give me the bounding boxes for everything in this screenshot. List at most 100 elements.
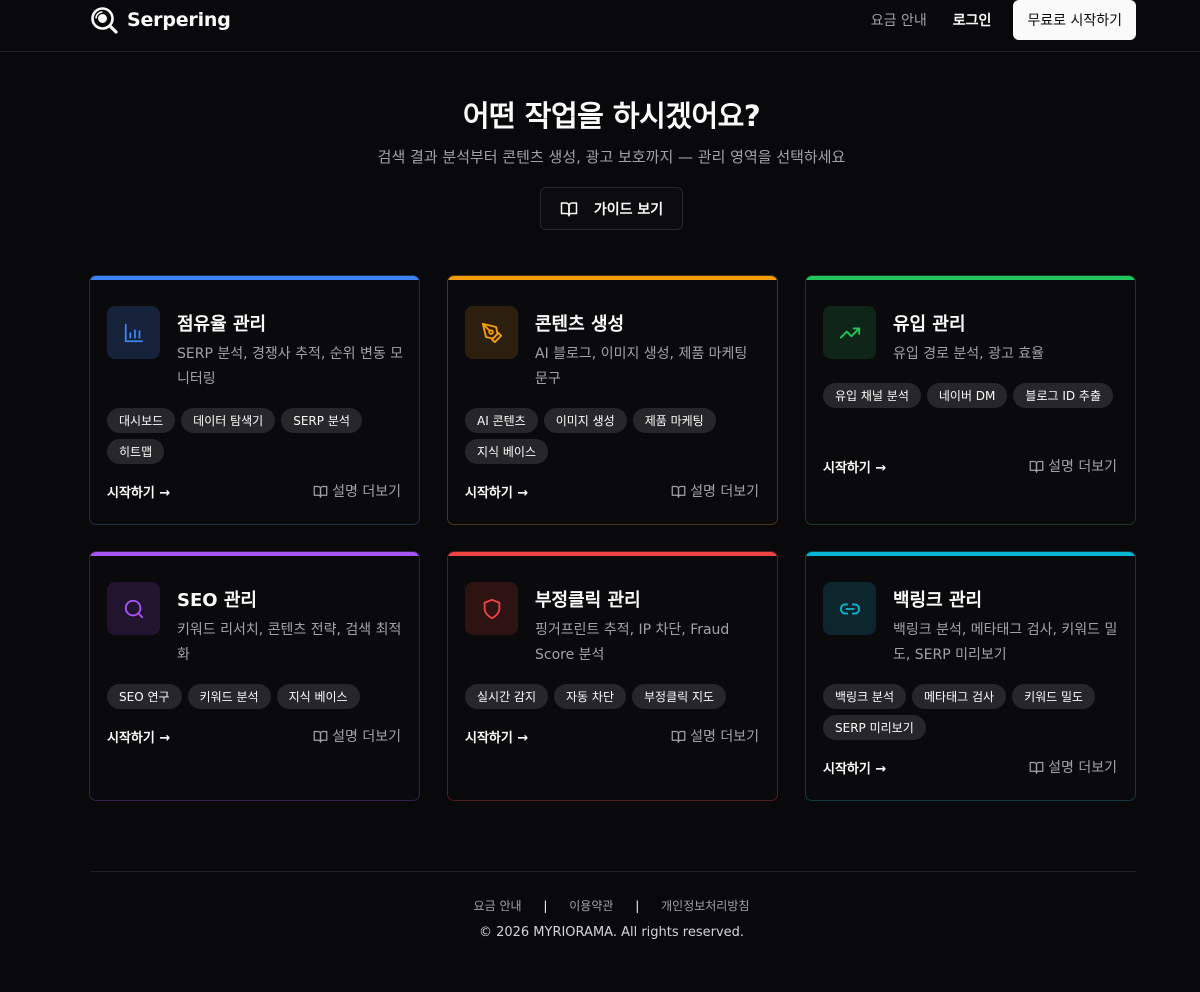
card-title: 부정클릭 관리: [535, 590, 641, 611]
tag[interactable]: 부정클릭 지도: [632, 684, 727, 709]
tag[interactable]: 블로그 ID 추출: [1013, 383, 1114, 408]
card-more-label: 설명 더보기: [690, 729, 759, 745]
card-more-label: 설명 더보기: [1048, 459, 1117, 475]
card-icon-box: [465, 582, 518, 635]
tag[interactable]: SERP 미리보기: [823, 715, 926, 740]
guide-button[interactable]: 가이드 보기: [540, 187, 683, 230]
brand-name: Serpering: [127, 9, 231, 31]
card-description: 백링크 분석, 메타태그 검사, 키워드 밀도, SERP 미리보기: [893, 622, 1118, 663]
card-tags: 유입 채널 분석 네이버 DM 블로그 ID 추출: [823, 383, 1121, 408]
card-tags: 실시간 감지 자동 차단 부정클릭 지도: [465, 684, 763, 709]
card-tags: 대시보드 데이터 탐색기 SERP 분석 히트맵: [107, 408, 405, 464]
start-free-button[interactable]: 무료로 시작하기: [1013, 0, 1136, 40]
tag[interactable]: 키워드 분석: [187, 684, 271, 709]
card-start-link[interactable]: 시작하기 →: [107, 727, 170, 746]
footer-terms-link[interactable]: 이용약관: [569, 899, 613, 913]
book-open-icon: [1029, 761, 1044, 774]
card-icon-box: [823, 306, 876, 359]
book-open-icon: [1029, 460, 1044, 473]
card-click-fraud-management[interactable]: 부정클릭 관리 핑거프린트 추적, IP 차단, Fraud Score 분석 …: [447, 551, 778, 801]
card-accent-bar: [448, 552, 777, 556]
tag[interactable]: 키워드 밀도: [1012, 684, 1096, 709]
top-nav: 요금 안내 로그인 무료로 시작하기: [871, 0, 1136, 40]
tag[interactable]: 지식 베이스: [276, 684, 360, 709]
card-accent-bar: [806, 276, 1135, 280]
card-title: 백링크 관리: [893, 590, 983, 611]
bar-chart-icon: [124, 323, 143, 342]
nav-pricing-link[interactable]: 요금 안내: [871, 10, 927, 30]
footer-pricing-link[interactable]: 요금 안내: [474, 899, 522, 913]
card-description: 키워드 리서치, 콘텐츠 전략, 검색 최적화: [177, 622, 402, 663]
card-description: SERP 분석, 경쟁사 추적, 순위 변동 모니터링: [177, 346, 404, 387]
trending-up-icon: [839, 327, 860, 338]
card-accent-bar: [448, 276, 777, 280]
footer-separator: |: [543, 899, 548, 913]
card-accent-bar: [90, 276, 419, 280]
card-title: 점유율 관리: [177, 314, 267, 335]
tag[interactable]: 지식 베이스: [465, 439, 549, 464]
guide-button-label: 가이드 보기: [593, 201, 664, 218]
card-content-generation[interactable]: 콘텐츠 생성 AI 블로그, 이미지 생성, 제품 마케팅 문구 AI 콘텐츠 …: [447, 275, 778, 525]
footer-divider: [90, 871, 1136, 872]
card-icon-box: [823, 582, 876, 635]
book-open-icon: [671, 730, 686, 743]
card-more-link[interactable]: 설명 더보기: [313, 481, 401, 501]
footer-privacy-link[interactable]: 개인정보처리방침: [661, 899, 749, 913]
card-icon-box: [465, 306, 518, 359]
tag[interactable]: 메타태그 검사: [912, 684, 1007, 709]
tag[interactable]: 히트맵: [107, 439, 165, 464]
tag[interactable]: 이미지 생성: [543, 408, 627, 433]
card-tags: AI 콘텐츠 이미지 생성 제품 마케팅 지식 베이스: [465, 408, 763, 464]
card-share-management[interactable]: 점유율 관리 SERP 분석, 경쟁사 추적, 순위 변동 모니터링 대시보드 …: [89, 275, 420, 525]
card-backlink-management[interactable]: 백링크 관리 백링크 분석, 메타태그 검사, 키워드 밀도, SERP 미리보…: [805, 551, 1136, 801]
pen-tool-icon: [481, 322, 502, 343]
footer-links: 요금 안내 | 이용약관 | 개인정보처리방침: [0, 897, 1200, 914]
card-accent-bar: [90, 552, 419, 556]
card-start-link[interactable]: 시작하기 →: [823, 758, 886, 777]
card-title: 유입 관리: [893, 314, 966, 335]
card-title: SEO 관리: [177, 590, 257, 611]
copyright-text: © 2026 MYRIORAMA. All rights reserved.: [478, 925, 745, 940]
tag[interactable]: 백링크 분석: [823, 684, 907, 709]
card-title: 콘텐츠 생성: [535, 314, 625, 335]
card-accent-bar: [806, 552, 1135, 556]
tag[interactable]: 유입 채널 분석: [823, 383, 921, 408]
card-icon-box: [107, 306, 160, 359]
card-tags: 백링크 분석 메타태그 검사 키워드 밀도 SERP 미리보기: [823, 684, 1121, 740]
card-more-link[interactable]: 설명 더보기: [671, 481, 759, 501]
card-more-label: 설명 더보기: [690, 484, 759, 500]
book-open-icon: [313, 485, 328, 498]
card-more-label: 설명 더보기: [1048, 760, 1117, 776]
card-seo-management[interactable]: SEO 관리 키워드 리서치, 콘텐츠 전략, 검색 최적화 SEO 연구 키워…: [89, 551, 420, 801]
shield-icon: [483, 598, 500, 619]
card-more-link[interactable]: 설명 더보기: [671, 726, 759, 746]
book-open-icon: [671, 485, 686, 498]
card-start-link[interactable]: 시작하기 →: [465, 482, 528, 501]
tag[interactable]: 제품 마케팅: [632, 408, 716, 433]
tag[interactable]: SERP 분석: [281, 408, 362, 433]
tag[interactable]: 데이터 탐색기: [181, 408, 276, 433]
card-more-link[interactable]: 설명 더보기: [1029, 456, 1117, 476]
card-more-link[interactable]: 설명 더보기: [313, 726, 401, 746]
card-start-link[interactable]: 시작하기 →: [823, 457, 886, 476]
card-traffic-management[interactable]: 유입 관리 유입 경로 분석, 광고 효율 유입 채널 분석 네이버 DM 블로…: [805, 275, 1136, 525]
card-more-label: 설명 더보기: [332, 484, 401, 500]
brand-logo[interactable]: Serpering: [90, 6, 231, 34]
footer-separator: |: [635, 899, 640, 913]
search-icon: [124, 599, 143, 618]
tag[interactable]: AI 콘텐츠: [465, 408, 538, 433]
card-more-link[interactable]: 설명 더보기: [1029, 757, 1117, 777]
serpering-logo-icon: [91, 7, 118, 34]
card-start-link[interactable]: 시작하기 →: [465, 727, 528, 746]
nav-login-link[interactable]: 로그인: [953, 10, 992, 30]
tag[interactable]: 자동 차단: [554, 684, 626, 709]
card-description: 유입 경로 분석, 광고 효율: [893, 346, 1045, 362]
tag[interactable]: 실시간 감지: [465, 684, 549, 709]
tag[interactable]: 네이버 DM: [926, 383, 1008, 408]
card-description: 핑거프린트 추적, IP 차단, Fraud Score 분석: [535, 622, 730, 663]
tag[interactable]: SEO 연구: [107, 684, 182, 709]
tag[interactable]: 대시보드: [107, 408, 176, 433]
link-icon: [839, 603, 860, 614]
card-start-link[interactable]: 시작하기 →: [107, 482, 170, 501]
card-icon-box: [107, 582, 160, 635]
